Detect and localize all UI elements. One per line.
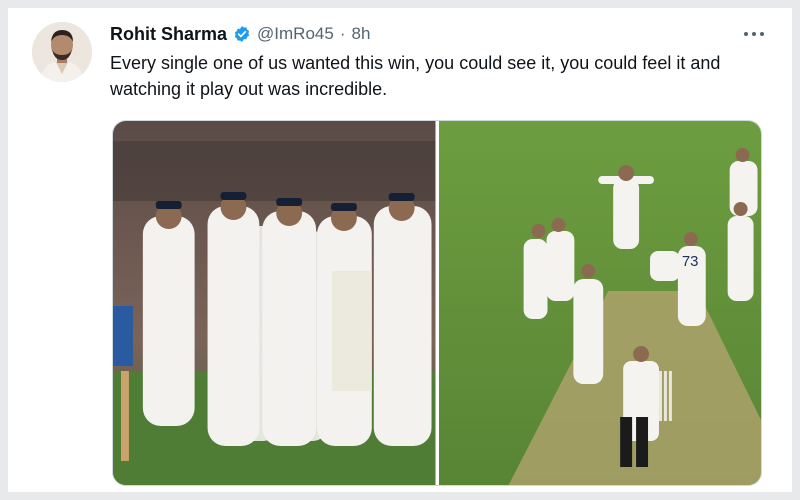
jersey-number: 73 bbox=[681, 253, 698, 270]
author-handle[interactable]: @ImRo45 bbox=[257, 24, 334, 44]
header-separator: · bbox=[339, 24, 346, 43]
tweet-card: Rohit Sharma @ImRo45 · 8h Every single o… bbox=[8, 8, 792, 492]
tweet-timestamp[interactable]: 8h bbox=[352, 24, 371, 44]
tweet-media: 73 bbox=[112, 120, 762, 486]
avatar[interactable] bbox=[32, 22, 92, 82]
media-photo-celebration[interactable]: 73 bbox=[438, 121, 761, 485]
more-options-button[interactable] bbox=[740, 22, 768, 46]
media-photo-team-walking[interactable] bbox=[113, 121, 436, 485]
author-name[interactable]: Rohit Sharma bbox=[110, 24, 227, 45]
verified-badge-icon bbox=[233, 25, 251, 43]
tweet-text: Every single one of us wanted this win, … bbox=[110, 53, 721, 99]
tweet-header: Rohit Sharma @ImRo45 · 8h bbox=[110, 22, 370, 46]
more-horizontal-icon bbox=[744, 32, 764, 36]
